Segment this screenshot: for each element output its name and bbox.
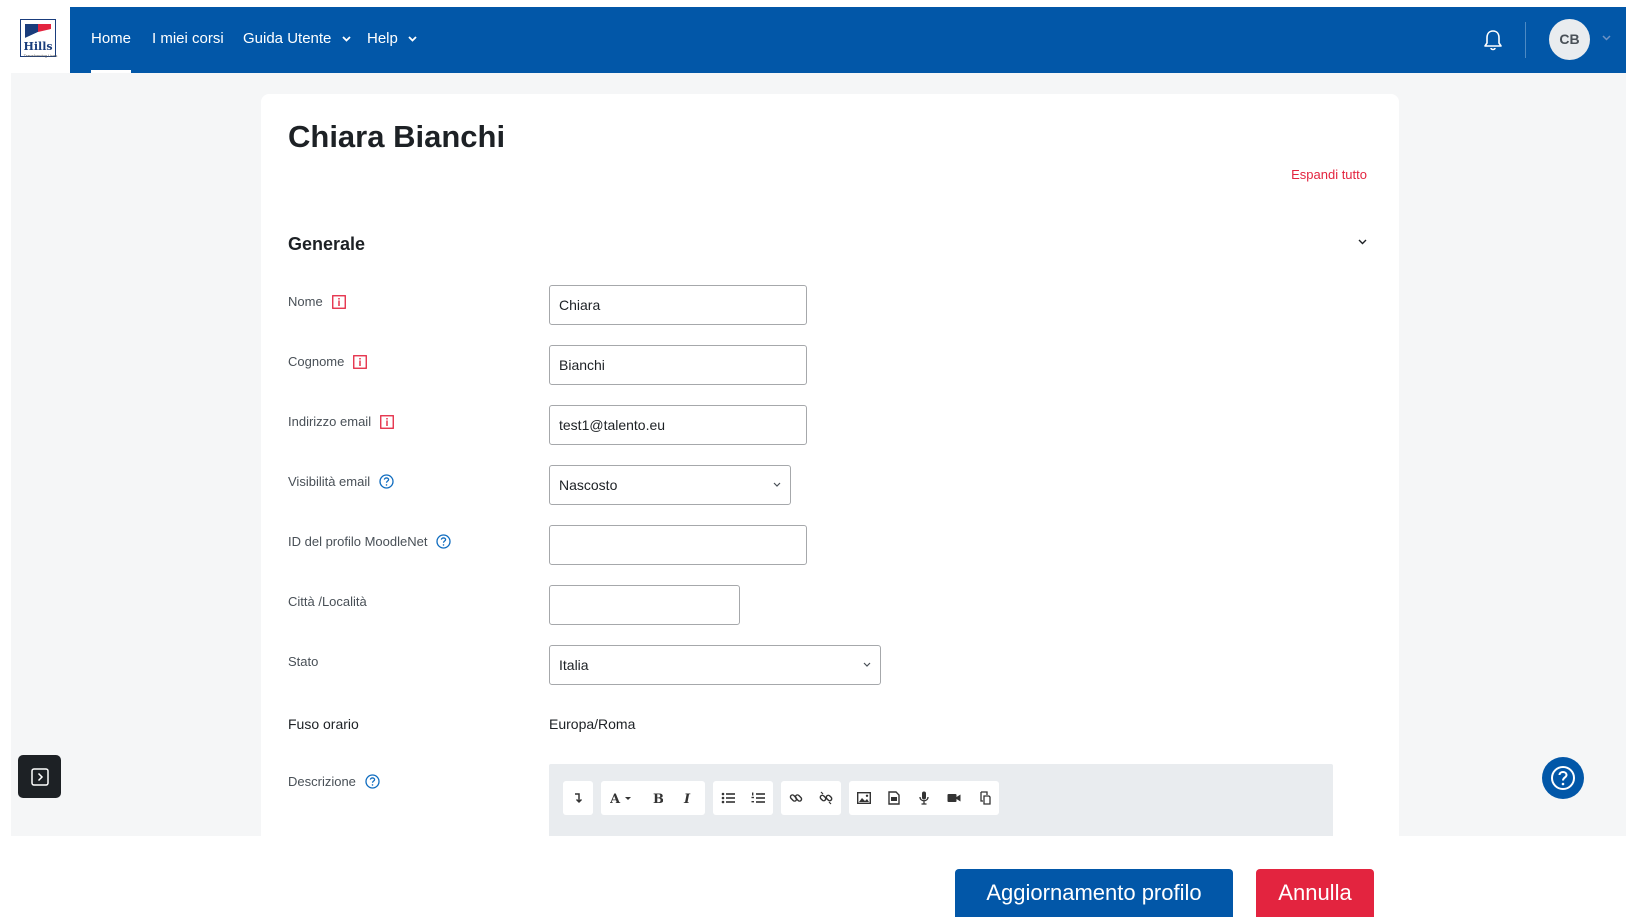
city-input[interactable] xyxy=(549,585,740,625)
nav-home-label: Home xyxy=(91,30,132,47)
app-window: Hills Transforming Lives Home I miei cor… xyxy=(11,7,1626,836)
top-navbar: Hills Transforming Lives Home I miei cor… xyxy=(11,7,1626,73)
chevron-down-icon xyxy=(863,662,871,667)
help-fab-button[interactable] xyxy=(1542,757,1584,799)
moodlenet-input[interactable] xyxy=(549,525,807,565)
required-icon xyxy=(380,414,394,429)
chevron-down-icon[interactable] xyxy=(1602,35,1611,41)
expand-drawer-icon xyxy=(30,767,49,786)
nav-help-label: Help xyxy=(367,30,398,47)
toolbar-collapse-icon[interactable] xyxy=(563,781,593,815)
nav-help[interactable]: Help xyxy=(367,7,417,73)
unordered-list-icon[interactable] xyxy=(713,781,743,815)
country-label-row: Stato xyxy=(288,654,318,669)
city-label: Città /Località xyxy=(288,594,367,609)
moodlenet-label-row: ID del profilo MoodleNet xyxy=(288,534,452,549)
toolbar-group-collapse xyxy=(563,781,593,815)
nav-divider xyxy=(1525,22,1526,58)
update-profile-button[interactable]: Aggiornamento profilo xyxy=(955,869,1233,917)
help-icon[interactable] xyxy=(379,474,394,489)
timezone-value: Europa/Roma xyxy=(549,716,636,732)
chevron-down-icon xyxy=(341,36,351,42)
media-icon[interactable] xyxy=(879,781,909,815)
email-input[interactable] xyxy=(549,405,807,445)
nome-label: Nome xyxy=(288,294,323,309)
logo[interactable]: Hills Transforming Lives xyxy=(11,7,70,73)
nav-user-guide-label: Guida Utente xyxy=(243,30,332,47)
visibility-label: Visibilità email xyxy=(288,474,371,489)
toolbar-group-links xyxy=(781,781,841,815)
microphone-icon[interactable] xyxy=(909,781,939,815)
nav-user-guide[interactable]: Guida Utente xyxy=(243,7,351,73)
ordered-list-icon[interactable] xyxy=(743,781,773,815)
help-icon[interactable] xyxy=(365,774,380,789)
italic-icon[interactable]: I xyxy=(673,781,703,815)
country-select-value: Italia xyxy=(559,657,589,673)
bold-icon[interactable]: B xyxy=(643,781,673,815)
email-label: Indirizzo email xyxy=(288,414,372,429)
required-icon xyxy=(331,294,346,309)
nav-home[interactable]: Home xyxy=(91,7,132,73)
image-icon[interactable] xyxy=(849,781,879,815)
nome-label-row: Nome xyxy=(288,294,346,309)
timezone-label: Fuso orario xyxy=(288,716,359,732)
toolbar-group-media xyxy=(849,781,999,815)
chevron-down-icon xyxy=(408,36,417,42)
unlink-icon[interactable] xyxy=(811,781,841,815)
avatar[interactable]: CB xyxy=(1549,19,1590,60)
question-icon xyxy=(1551,766,1575,790)
font-style-icon[interactable]: A xyxy=(601,781,643,815)
city-label-row: Città /Località xyxy=(288,594,367,609)
logo-text: Hills xyxy=(23,40,52,53)
country-select[interactable]: Italia xyxy=(549,645,881,685)
expand-all-link[interactable]: Espandi tutto xyxy=(1291,167,1367,182)
bell-icon[interactable] xyxy=(1482,28,1504,52)
nav-my-courses-label: I miei corsi xyxy=(152,30,224,47)
visibility-select[interactable]: Nascosto xyxy=(549,465,791,505)
video-camera-icon[interactable] xyxy=(939,781,969,815)
svg-text:I: I xyxy=(683,792,691,804)
description-editor[interactable]: A B I xyxy=(549,764,1333,836)
cancel-button[interactable]: Annulla xyxy=(1256,869,1374,917)
logo-tagline: Transforming Lives xyxy=(23,53,58,58)
hills-logo-icon: Hills xyxy=(20,19,56,57)
nav-my-courses[interactable]: I miei corsi xyxy=(152,7,224,73)
help-icon[interactable] xyxy=(436,534,452,549)
drawer-toggle-button[interactable] xyxy=(18,755,61,798)
visibility-select-value: Nascosto xyxy=(559,477,618,493)
description-label-row: Descrizione xyxy=(288,774,380,789)
section-title-general: Generale xyxy=(288,234,366,254)
cognome-label: Cognome xyxy=(288,354,345,369)
description-label: Descrizione xyxy=(288,774,356,789)
toolbar-group-style: A B I xyxy=(601,781,705,815)
page-title: Chiara Bianchi xyxy=(288,119,506,154)
cognome-label-row: Cognome xyxy=(288,354,368,369)
link-icon[interactable] xyxy=(781,781,811,815)
cognome-input[interactable] xyxy=(549,345,807,385)
svg-text:A: A xyxy=(610,792,621,804)
country-label: Stato xyxy=(288,654,319,669)
profile-edit-card: Chiara Bianchi Espandi tutto Generale No… xyxy=(261,94,1399,836)
nome-input[interactable] xyxy=(549,285,807,325)
chevron-down-icon xyxy=(773,482,781,487)
moodlenet-label: ID del profilo MoodleNet xyxy=(288,534,428,549)
svg-text:B: B xyxy=(653,792,663,804)
manage-files-icon[interactable] xyxy=(969,781,999,815)
chevron-down-icon[interactable] xyxy=(1358,239,1367,245)
toolbar-group-lists xyxy=(713,781,773,815)
visibility-label-row: Visibilità email xyxy=(288,474,394,489)
email-label-row: Indirizzo email xyxy=(288,414,394,429)
required-icon xyxy=(353,354,368,369)
